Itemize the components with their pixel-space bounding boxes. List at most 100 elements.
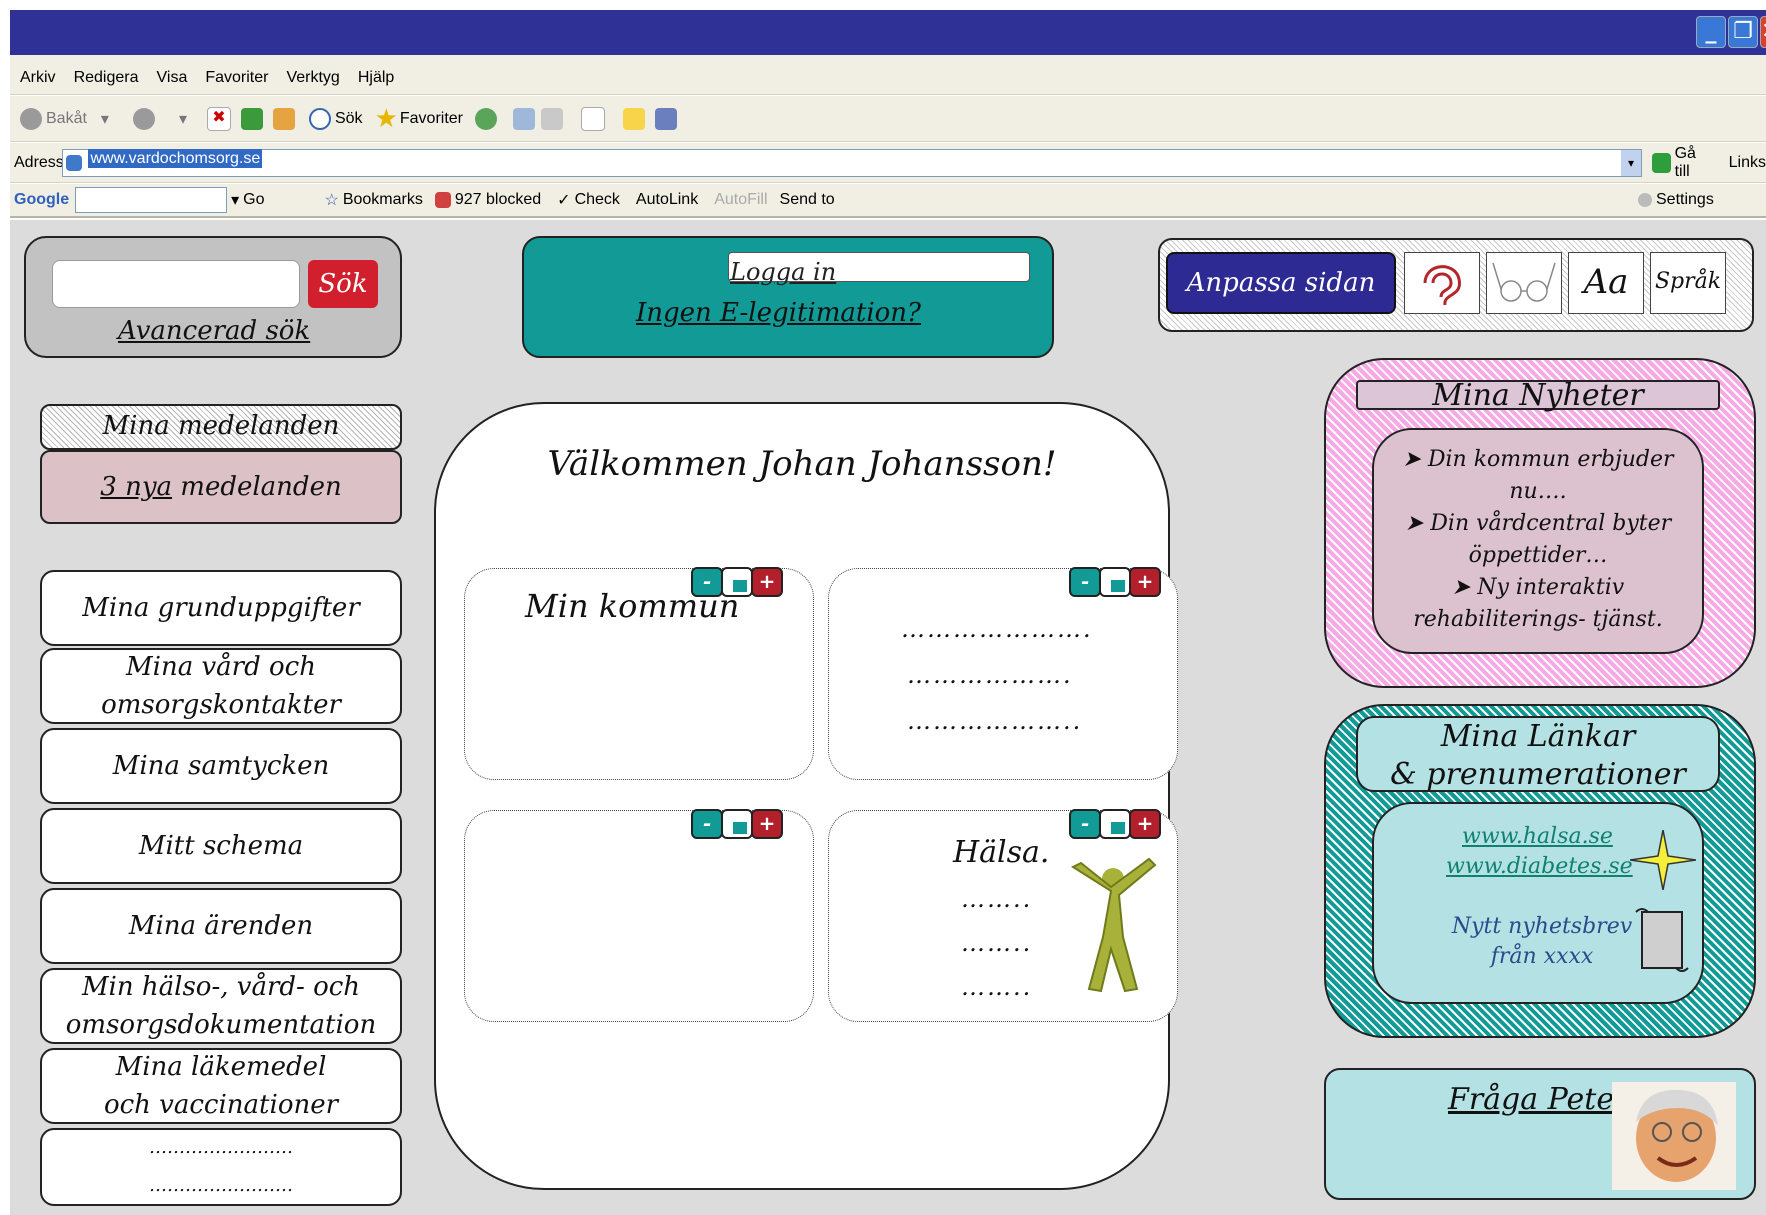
nav-item-samtycken[interactable]: Mina samtycken bbox=[40, 728, 402, 804]
nav-item-lakemedel[interactable]: Mina läkemedel och vaccinationer bbox=[40, 1048, 402, 1124]
no-eid-link[interactable]: Ingen E-legitimation? bbox=[636, 298, 921, 328]
close-window-button[interactable]: ✕ bbox=[1760, 16, 1766, 48]
stop-icon[interactable]: ✖ bbox=[206, 106, 231, 131]
messenger-icon[interactable] bbox=[655, 107, 677, 130]
widget-minimize-button[interactable]: - bbox=[691, 809, 723, 839]
spellcheck-button[interactable]: Check bbox=[575, 191, 620, 209]
links-button[interactable]: Links bbox=[1729, 154, 1766, 172]
hearing-icon[interactable] bbox=[1404, 252, 1480, 314]
widget-halsa: - + Hälsa. …….. …….. …….. bbox=[828, 809, 1178, 1022]
nav-item-schema[interactable]: Mitt schema bbox=[40, 808, 402, 884]
language-button[interactable]: Språk bbox=[1650, 252, 1726, 314]
go-button[interactable]: Gå till bbox=[1675, 145, 1713, 181]
nav-label: Mina grunduppgifter bbox=[82, 593, 360, 623]
ask-pete-link[interactable]: Fråga Pete bbox=[1448, 1082, 1614, 1117]
widget-line: …….. bbox=[961, 973, 1033, 1001]
bookmarks-button[interactable]: Bookmarks bbox=[343, 191, 423, 209]
news-list: ➤ Din kommun erbjuder nu…. ➤ Din vårdcen… bbox=[1372, 428, 1704, 654]
go-arrow-icon[interactable] bbox=[1652, 152, 1671, 173]
widget-min-kommun: - + Min kommun bbox=[464, 567, 814, 780]
autofill-button[interactable]: AutoFill bbox=[714, 191, 767, 209]
nav-item-placeholder[interactable]: …………………… …………………… bbox=[40, 1128, 402, 1206]
widget-2: - + …………………. ………………. ……………….. bbox=[828, 567, 1178, 780]
widget-restore-button[interactable] bbox=[1099, 567, 1131, 597]
news-item[interactable]: ➤ Din vårdcentral byter öppettider… bbox=[1374, 508, 1702, 572]
home-icon[interactable] bbox=[272, 107, 295, 130]
advanced-search-link[interactable]: Avancerad sök bbox=[118, 316, 310, 346]
menu-visa[interactable]: Visa bbox=[157, 69, 188, 87]
widget-expand-button[interactable]: + bbox=[1129, 567, 1161, 597]
links-title-line2: & prenumerationer bbox=[1390, 757, 1686, 792]
edit-icon[interactable] bbox=[581, 106, 605, 131]
nav-label: Mina vård och bbox=[126, 652, 316, 682]
nav-item-grunduppgifter[interactable]: Mina grunduppgifter bbox=[40, 570, 402, 646]
nav-item-vard-omsorgskontakter[interactable]: Mina vård och omsorgskontakter bbox=[40, 648, 402, 724]
menu-hjalp[interactable]: Hjälp bbox=[358, 69, 394, 87]
newsletter-scroll-icon bbox=[1635, 908, 1689, 972]
mail-icon[interactable] bbox=[513, 107, 535, 130]
widget-controls: - + bbox=[691, 809, 785, 841]
newsletter-line2: från xxxx bbox=[1490, 944, 1594, 969]
history-icon[interactable] bbox=[475, 107, 497, 130]
forward-arrow-icon[interactable] bbox=[132, 107, 155, 130]
search-input[interactable] bbox=[52, 260, 300, 308]
glasses-icon[interactable] bbox=[1486, 252, 1562, 314]
customize-panel: Anpassa sidan Aa Språk bbox=[1158, 238, 1754, 332]
diabetes-link[interactable]: www.diabetes.se bbox=[1446, 854, 1633, 879]
refresh-icon[interactable] bbox=[240, 107, 263, 130]
newsletter-text[interactable]: Nytt nyhetsbrev från xxxx bbox=[1442, 912, 1642, 972]
nav-label-line2: och vaccinationer bbox=[103, 1090, 339, 1120]
ask-pete-panel[interactable]: Fråga Pete bbox=[1324, 1068, 1756, 1200]
halsa-link[interactable]: www.halsa.se bbox=[1462, 824, 1613, 849]
new-messages-link[interactable]: 3 nya bbox=[100, 472, 172, 502]
news-item[interactable]: ➤ Din kommun erbjuder nu…. bbox=[1374, 444, 1702, 508]
browser-toolbar: Bakåt ▾ ▾ ✖ Sök ★ Favoriter bbox=[10, 96, 1766, 142]
search-button[interactable]: Sök bbox=[308, 260, 378, 308]
widget-minimize-button[interactable]: - bbox=[1069, 809, 1101, 839]
widget-line: …………………. bbox=[901, 615, 1093, 643]
back-button[interactable]: Bakåt bbox=[46, 110, 87, 128]
address-url[interactable]: www.vardochomsorg.se bbox=[88, 148, 263, 168]
nav-item-dokumentation[interactable]: Min hälso-, vård- och omsorgsdokumentatio… bbox=[40, 968, 402, 1044]
main-panel: Välkommen Johan Johansson! - + Min kommu… bbox=[434, 402, 1178, 1190]
discuss-icon[interactable] bbox=[623, 107, 645, 130]
google-search-input[interactable] bbox=[75, 187, 228, 213]
widget-expand-button[interactable]: + bbox=[1129, 809, 1161, 839]
nav-item-arenden[interactable]: Mina ärenden bbox=[40, 888, 402, 964]
menu-redigera[interactable]: Redigera bbox=[74, 69, 139, 87]
menu-verktyg[interactable]: Verktyg bbox=[286, 69, 339, 87]
blocked-count[interactable]: 927 blocked bbox=[455, 191, 541, 209]
settings-button[interactable]: Settings bbox=[1656, 191, 1714, 209]
search-button[interactable]: Sök bbox=[335, 110, 363, 128]
widget-restore-button[interactable] bbox=[1099, 809, 1131, 839]
restore-window-button[interactable]: ❐ bbox=[1728, 16, 1758, 48]
search-icon[interactable] bbox=[308, 107, 331, 130]
autolink-button[interactable]: AutoLink bbox=[636, 191, 698, 209]
login-link[interactable]: Logga in bbox=[730, 258, 836, 286]
sendto-button[interactable]: Send to bbox=[780, 191, 835, 209]
address-bar: Adress www.vardochomsorg.se ▾ Gå till Li… bbox=[10, 143, 1766, 183]
widget-restore-button[interactable] bbox=[721, 809, 753, 839]
widget-minimize-button[interactable]: - bbox=[1069, 567, 1101, 597]
nav-label: Mina ärenden bbox=[128, 911, 314, 941]
widget-expand-button[interactable]: + bbox=[751, 809, 783, 839]
customize-page-button[interactable]: Anpassa sidan bbox=[1166, 252, 1396, 314]
news-title: Mina Nyheter bbox=[1356, 380, 1720, 411]
messages-header: Mina medelanden bbox=[40, 404, 402, 450]
text-size-button[interactable]: Aa bbox=[1568, 252, 1644, 314]
links-list: www.halsa.se www.diabetes.se Nytt nyhets… bbox=[1372, 802, 1704, 1004]
nav-label: …………………… bbox=[149, 1137, 293, 1158]
news-item[interactable]: ➤ Ny interaktiv rehabiliterings- tjänst. bbox=[1374, 572, 1702, 636]
menu-favoriter[interactable]: Favoriter bbox=[205, 69, 268, 87]
widget-expand-button[interactable]: + bbox=[751, 567, 783, 597]
address-input[interactable]: www.vardochomsorg.se ▾ bbox=[62, 148, 1642, 177]
new-messages-box[interactable]: 3 nya medelanden bbox=[40, 450, 402, 524]
menu-arkiv[interactable]: Arkiv bbox=[20, 69, 56, 87]
address-dropdown-icon[interactable]: ▾ bbox=[1621, 150, 1641, 176]
favorites-button[interactable]: Favoriter bbox=[400, 110, 463, 128]
minimize-window-button[interactable]: _ bbox=[1696, 16, 1726, 48]
back-arrow-icon[interactable] bbox=[20, 107, 42, 130]
bookmark-star-icon: ☆ bbox=[324, 192, 339, 209]
google-go-button[interactable]: Go bbox=[243, 191, 264, 209]
print-icon[interactable] bbox=[541, 107, 563, 130]
